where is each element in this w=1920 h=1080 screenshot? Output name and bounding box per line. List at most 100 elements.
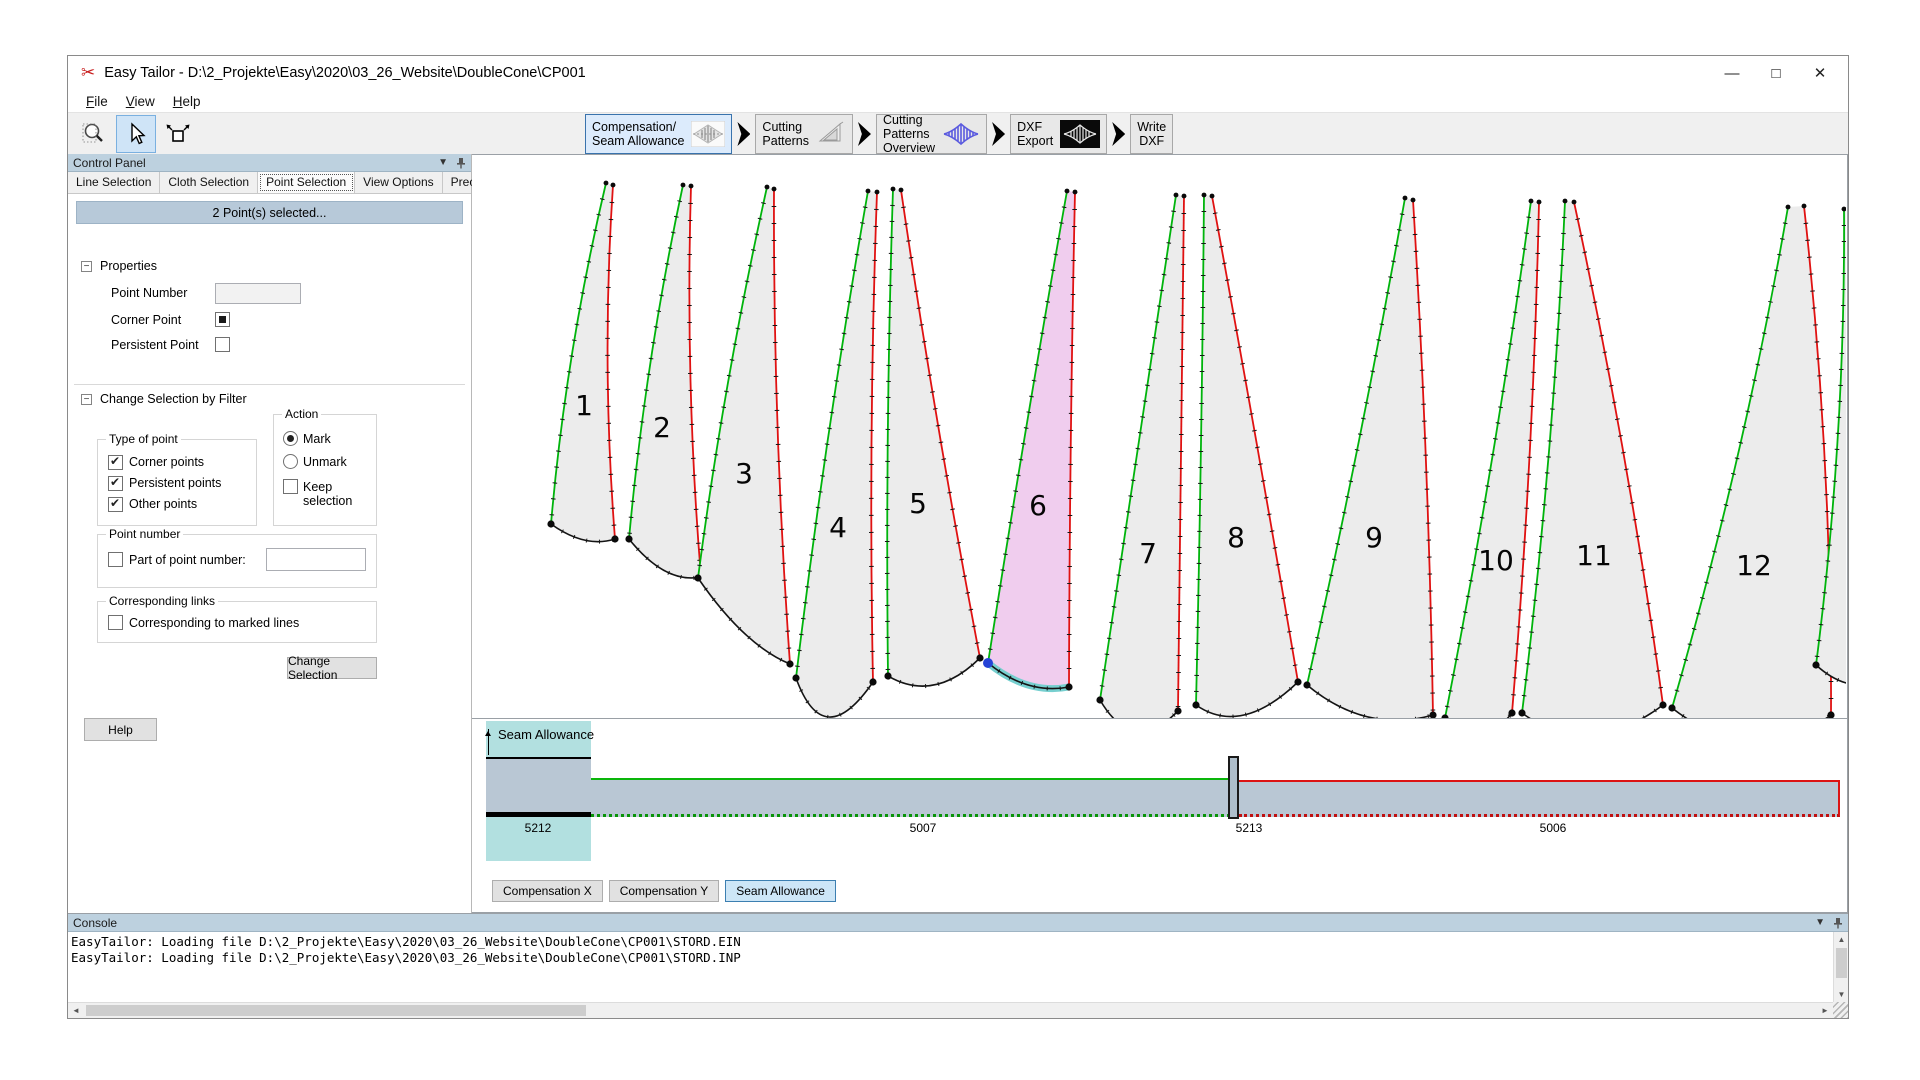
svg-text:7: 7 — [1139, 537, 1157, 570]
tab-line-selection[interactable]: Line Selection — [68, 172, 160, 193]
tab-point-selection[interactable]: Point Selection — [258, 172, 355, 193]
segment-label-5213: 5213 — [1236, 821, 1263, 835]
help-button[interactable]: Help — [84, 718, 157, 741]
pattern-pieces-drawing: 123456789101112 — [472, 155, 1846, 718]
seam-allowance-button[interactable]: Seam Allowance — [725, 880, 836, 902]
zoom-tool-button[interactable] — [74, 115, 114, 153]
keep-selection-checkbox[interactable] — [283, 479, 298, 494]
segment-label-5006: 5006 — [1540, 821, 1567, 835]
segment-label-5212: 5212 — [525, 821, 552, 835]
chevron-down-icon[interactable]: ▼ — [1815, 917, 1825, 928]
scroll-up-icon[interactable]: ▲ — [1834, 932, 1848, 947]
close-button[interactable]: ✕ — [1798, 58, 1842, 88]
resize-grip[interactable] — [1833, 1002, 1848, 1018]
tab-view-options[interactable]: View Options — [355, 172, 442, 193]
chevron-down-icon[interactable]: ▼ — [438, 157, 448, 168]
unmark-label: Unmark — [303, 455, 347, 469]
point-number-group: Point number Part of point number: — [97, 534, 377, 588]
corresponding-to-marked-lines-checkbox[interactable] — [108, 615, 123, 630]
pattern-canvas[interactable]: 123456789101112 — [472, 154, 1848, 719]
mark-radio[interactable] — [283, 431, 298, 446]
toolbar: Compensation/ Seam Allowance — [68, 112, 1848, 154]
vertical-scroll-thumb[interactable] — [1836, 948, 1847, 978]
point-number-field[interactable] — [215, 283, 301, 304]
change-selection-button[interactable]: Change Selection — [287, 657, 377, 679]
segment-5212-bar[interactable] — [486, 757, 591, 817]
console-log: EasyTailor: Loading file D:\2_Projekte\E… — [71, 934, 1832, 1002]
workflow-cutting-patterns-overview[interactable]: Cutting Patterns Overview — [876, 114, 987, 154]
menu-bar: File View Help — [68, 90, 1848, 112]
select-tool-button[interactable] — [116, 115, 156, 153]
segment-5007-bar[interactable] — [591, 778, 1230, 817]
action-group: Action Mark Unmark Keep selection — [273, 414, 377, 526]
segment-5213-bar[interactable] — [1228, 756, 1239, 819]
pin-icon[interactable] — [1833, 917, 1843, 929]
part-of-point-number-field[interactable] — [266, 548, 366, 571]
workflow-compensation-seam-allowance[interactable]: Compensation/ Seam Allowance — [585, 114, 732, 154]
filter-section-header: − Change Selection by Filter — [81, 392, 247, 406]
workflow-dxf-export[interactable]: DXF Export — [1010, 114, 1107, 154]
mark-label: Mark — [303, 432, 331, 446]
control-panel-header: Control Panel ▼ — [68, 154, 471, 172]
persistent-point-checkbox[interactable] — [215, 337, 230, 352]
maximize-button[interactable]: □ — [1754, 58, 1798, 88]
segment-label-5007: 5007 — [910, 821, 937, 835]
scissors-app-icon: ✂ — [81, 63, 95, 83]
workflow-arrow-icon — [858, 122, 871, 146]
console-line: EasyTailor: Loading file D:\2_Projekte\E… — [71, 950, 1832, 966]
tab-cloth-selection[interactable]: Cloth Selection — [160, 172, 258, 193]
seam-allowance-panel: Seam Allowance 5212 5007 5213 5006 Compe… — [472, 719, 1848, 913]
compensation-icon — [691, 121, 725, 147]
collapse-icon[interactable]: − — [81, 394, 92, 405]
svg-text:2: 2 — [653, 411, 671, 444]
dxf-export-icon — [1060, 120, 1100, 148]
scroll-right-icon[interactable]: ► — [1817, 1003, 1833, 1018]
minimize-button[interactable]: — — [1710, 58, 1754, 88]
corresponding-to-marked-lines-label: Corresponding to marked lines — [129, 616, 299, 630]
pin-icon[interactable] — [456, 157, 466, 169]
control-panel: Control Panel ▼ Line Selection Cloth Sel… — [68, 154, 472, 913]
other-points-checkbox[interactable] — [108, 497, 123, 512]
window-title: Easy Tailor - D:\2_Projekte\Easy\2020\03… — [104, 65, 585, 81]
svg-text:9: 9 — [1365, 521, 1383, 554]
persistent-points-label: Persistent points — [129, 476, 221, 490]
svg-text:8: 8 — [1227, 521, 1245, 554]
horizontal-scroll-thumb[interactable] — [86, 1005, 586, 1016]
compensation-x-button[interactable]: Compensation X — [492, 880, 603, 902]
properties-section-header: − Properties — [81, 259, 157, 273]
corner-points-checkbox[interactable] — [108, 455, 123, 470]
persistent-point-label: Persistent Point — [111, 338, 199, 352]
workflow-write-dxf[interactable]: Write DXF — [1130, 114, 1173, 154]
cutting-patterns-icon — [816, 121, 846, 147]
workflow-strip: Compensation/ Seam Allowance — [584, 114, 1174, 154]
scroll-left-icon[interactable]: ◄ — [68, 1003, 84, 1018]
segment-5006-bar[interactable] — [1239, 780, 1840, 817]
corner-point-label: Corner Point — [111, 313, 181, 327]
cursor-arrow-icon — [125, 122, 147, 146]
app-window: ✂ Easy Tailor - D:\2_Projekte\Easy\2020\… — [67, 55, 1849, 1019]
type-of-point-group: Type of point Corner points Persistent p… — [97, 439, 257, 526]
persistent-points-checkbox[interactable] — [108, 476, 123, 491]
menu-file[interactable]: File — [77, 92, 117, 111]
svg-text:4: 4 — [829, 511, 847, 544]
menu-help[interactable]: Help — [164, 92, 210, 111]
control-panel-tabs: Line Selection Cloth Selection Point Sel… — [68, 172, 471, 194]
workflow-cutting-patterns[interactable]: Cutting Patterns — [755, 114, 853, 154]
compensation-y-button[interactable]: Compensation Y — [609, 880, 720, 902]
scroll-down-icon[interactable]: ▼ — [1834, 987, 1848, 1002]
zoom-extents-button[interactable] — [158, 115, 198, 153]
collapse-icon[interactable]: − — [81, 261, 92, 272]
horizontal-scrollbar[interactable]: ◄ ► — [68, 1002, 1833, 1018]
patterns-overview-icon — [942, 121, 980, 147]
svg-text:1: 1 — [575, 389, 593, 422]
svg-text:5: 5 — [909, 487, 927, 520]
corner-points-label: Corner points — [129, 455, 204, 469]
menu-view[interactable]: View — [117, 92, 164, 111]
title-bar: ✂ Easy Tailor - D:\2_Projekte\Easy\2020\… — [68, 56, 1848, 90]
vertical-scrollbar[interactable]: ▲ ▼ — [1833, 932, 1848, 1002]
console-panel: Console ▼ EasyTailor: Loading file D:\2_… — [68, 913, 1848, 1018]
corner-point-checkbox[interactable] — [215, 312, 230, 327]
unmark-radio[interactable] — [283, 454, 298, 469]
divider — [74, 384, 465, 385]
part-of-point-number-checkbox[interactable] — [108, 552, 123, 567]
